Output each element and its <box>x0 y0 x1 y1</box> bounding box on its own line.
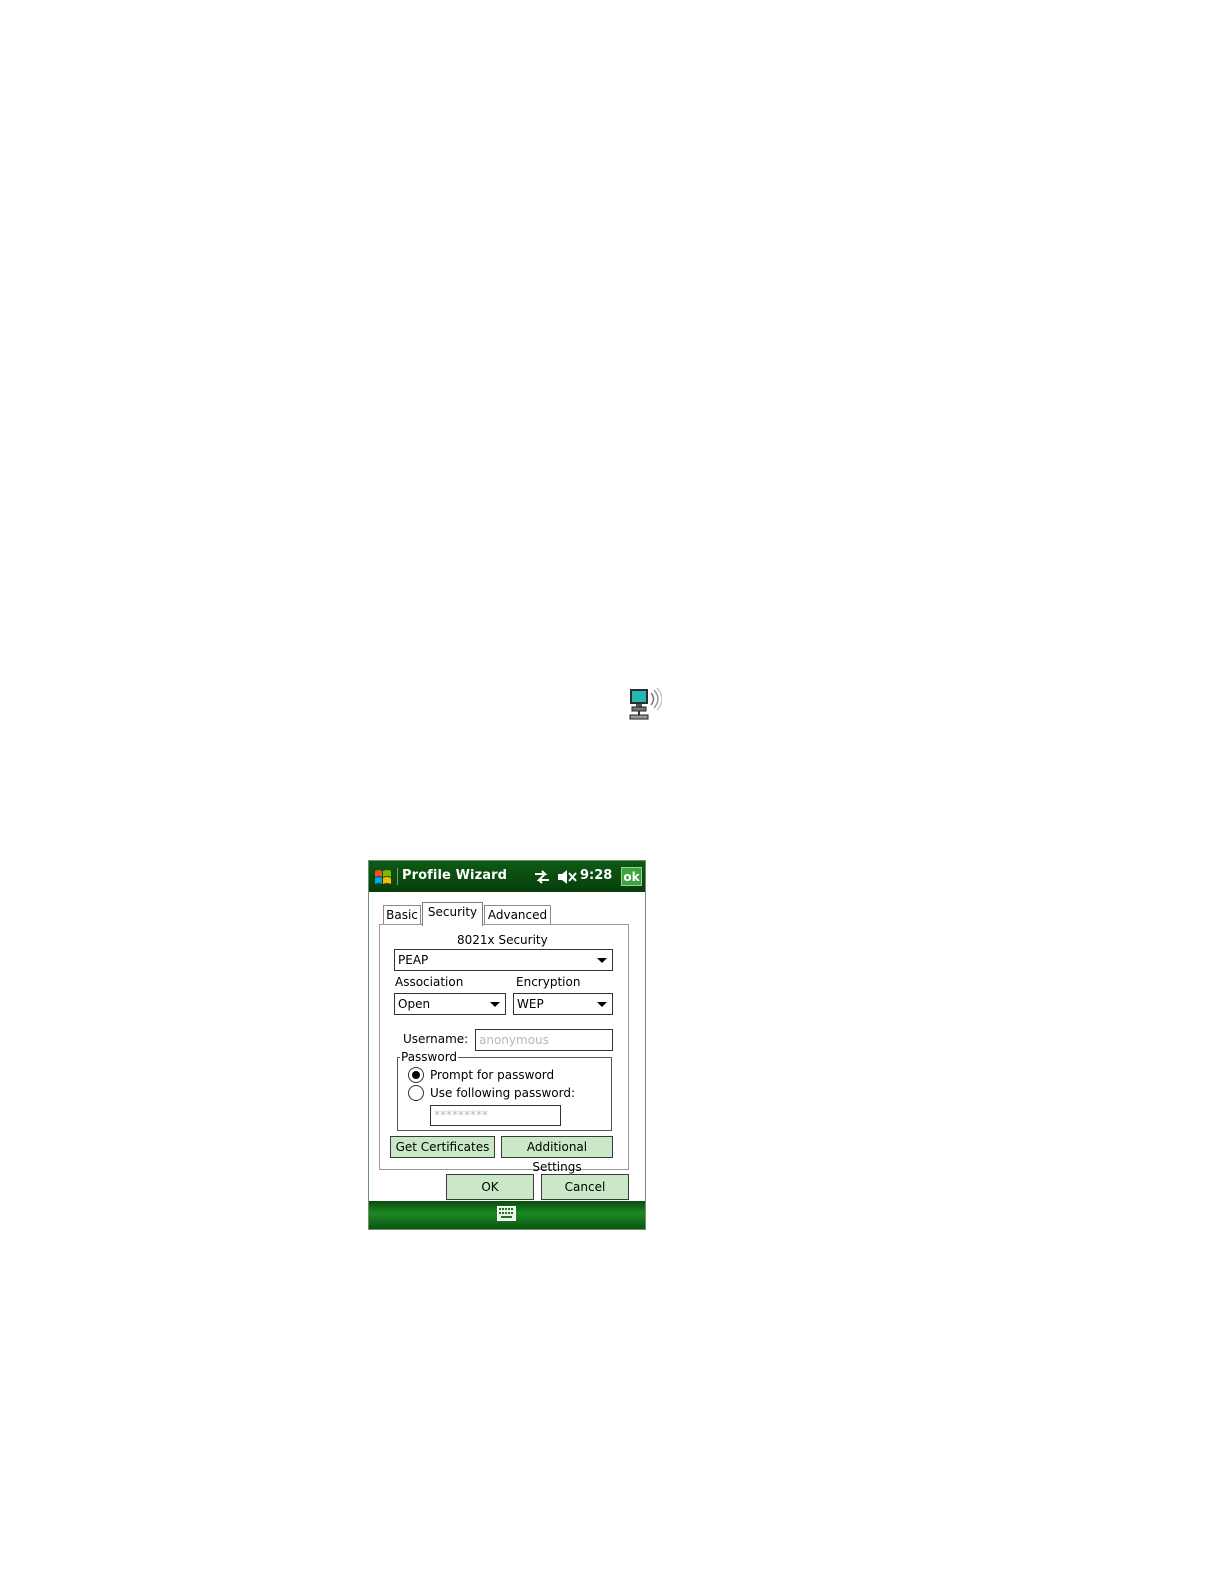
ok-button[interactable]: ok <box>621 867 642 886</box>
radio-selected-dot <box>412 1071 420 1079</box>
tab-advanced[interactable]: Advanced <box>484 905 551 925</box>
window-title: Profile Wizard <box>402 868 508 883</box>
tab-security[interactable]: Security <box>422 902 483 926</box>
password-group-label: Password <box>400 1050 459 1064</box>
security-type-dropdown[interactable]: PEAP <box>394 949 613 971</box>
clock[interactable]: 9:28 <box>580 868 612 883</box>
encryption-dropdown[interactable]: WEP <box>513 993 613 1015</box>
chevron-down-icon <box>490 1002 500 1007</box>
encryption-label: Encryption <box>516 975 581 989</box>
network-computer-icon <box>629 687 662 720</box>
volume-muted-icon[interactable] <box>557 869 577 885</box>
username-input[interactable]: anonymous <box>475 1029 613 1051</box>
profile-wizard-window: Profile Wizard 9:28 ok Basic Security Ad… <box>368 860 646 1230</box>
windows-start-icon[interactable] <box>373 867 393 887</box>
chevron-down-icon <box>597 958 607 963</box>
ok-dialog-button[interactable]: OK <box>446 1174 534 1200</box>
sync-icon[interactable] <box>533 868 551 886</box>
radio-prompt-label[interactable]: Prompt for password <box>430 1068 554 1082</box>
chevron-down-icon <box>597 1002 607 1007</box>
radio-use-label[interactable]: Use following password: <box>430 1086 575 1100</box>
encryption-value: WEP <box>517 997 544 1011</box>
keyboard-icon[interactable] <box>497 1206 516 1221</box>
radio-use-password[interactable] <box>408 1085 424 1101</box>
cancel-button[interactable]: Cancel <box>541 1174 629 1200</box>
association-value: Open <box>398 997 431 1011</box>
username-label: Username: <box>403 1032 469 1046</box>
additional-settings-button[interactable]: Additional Settings <box>501 1136 613 1174</box>
title-bar: Profile Wizard 9:28 ok <box>369 861 645 892</box>
password-input[interactable]: ********* <box>430 1105 561 1126</box>
association-label: Association <box>395 975 464 989</box>
security-tab-panel: 8021x Security PEAP Association Encrypti… <box>379 924 629 1174</box>
security-type-value: PEAP <box>398 953 429 967</box>
radio-prompt-password[interactable] <box>408 1067 424 1083</box>
title-separator <box>397 868 398 885</box>
get-certificates-button[interactable]: Get Certificates <box>390 1136 495 1158</box>
security-type-label: 8021x Security <box>457 933 548 947</box>
association-dropdown[interactable]: Open <box>394 993 506 1015</box>
tab-basic[interactable]: Basic <box>383 905 421 925</box>
softkey-bar <box>369 1201 645 1229</box>
